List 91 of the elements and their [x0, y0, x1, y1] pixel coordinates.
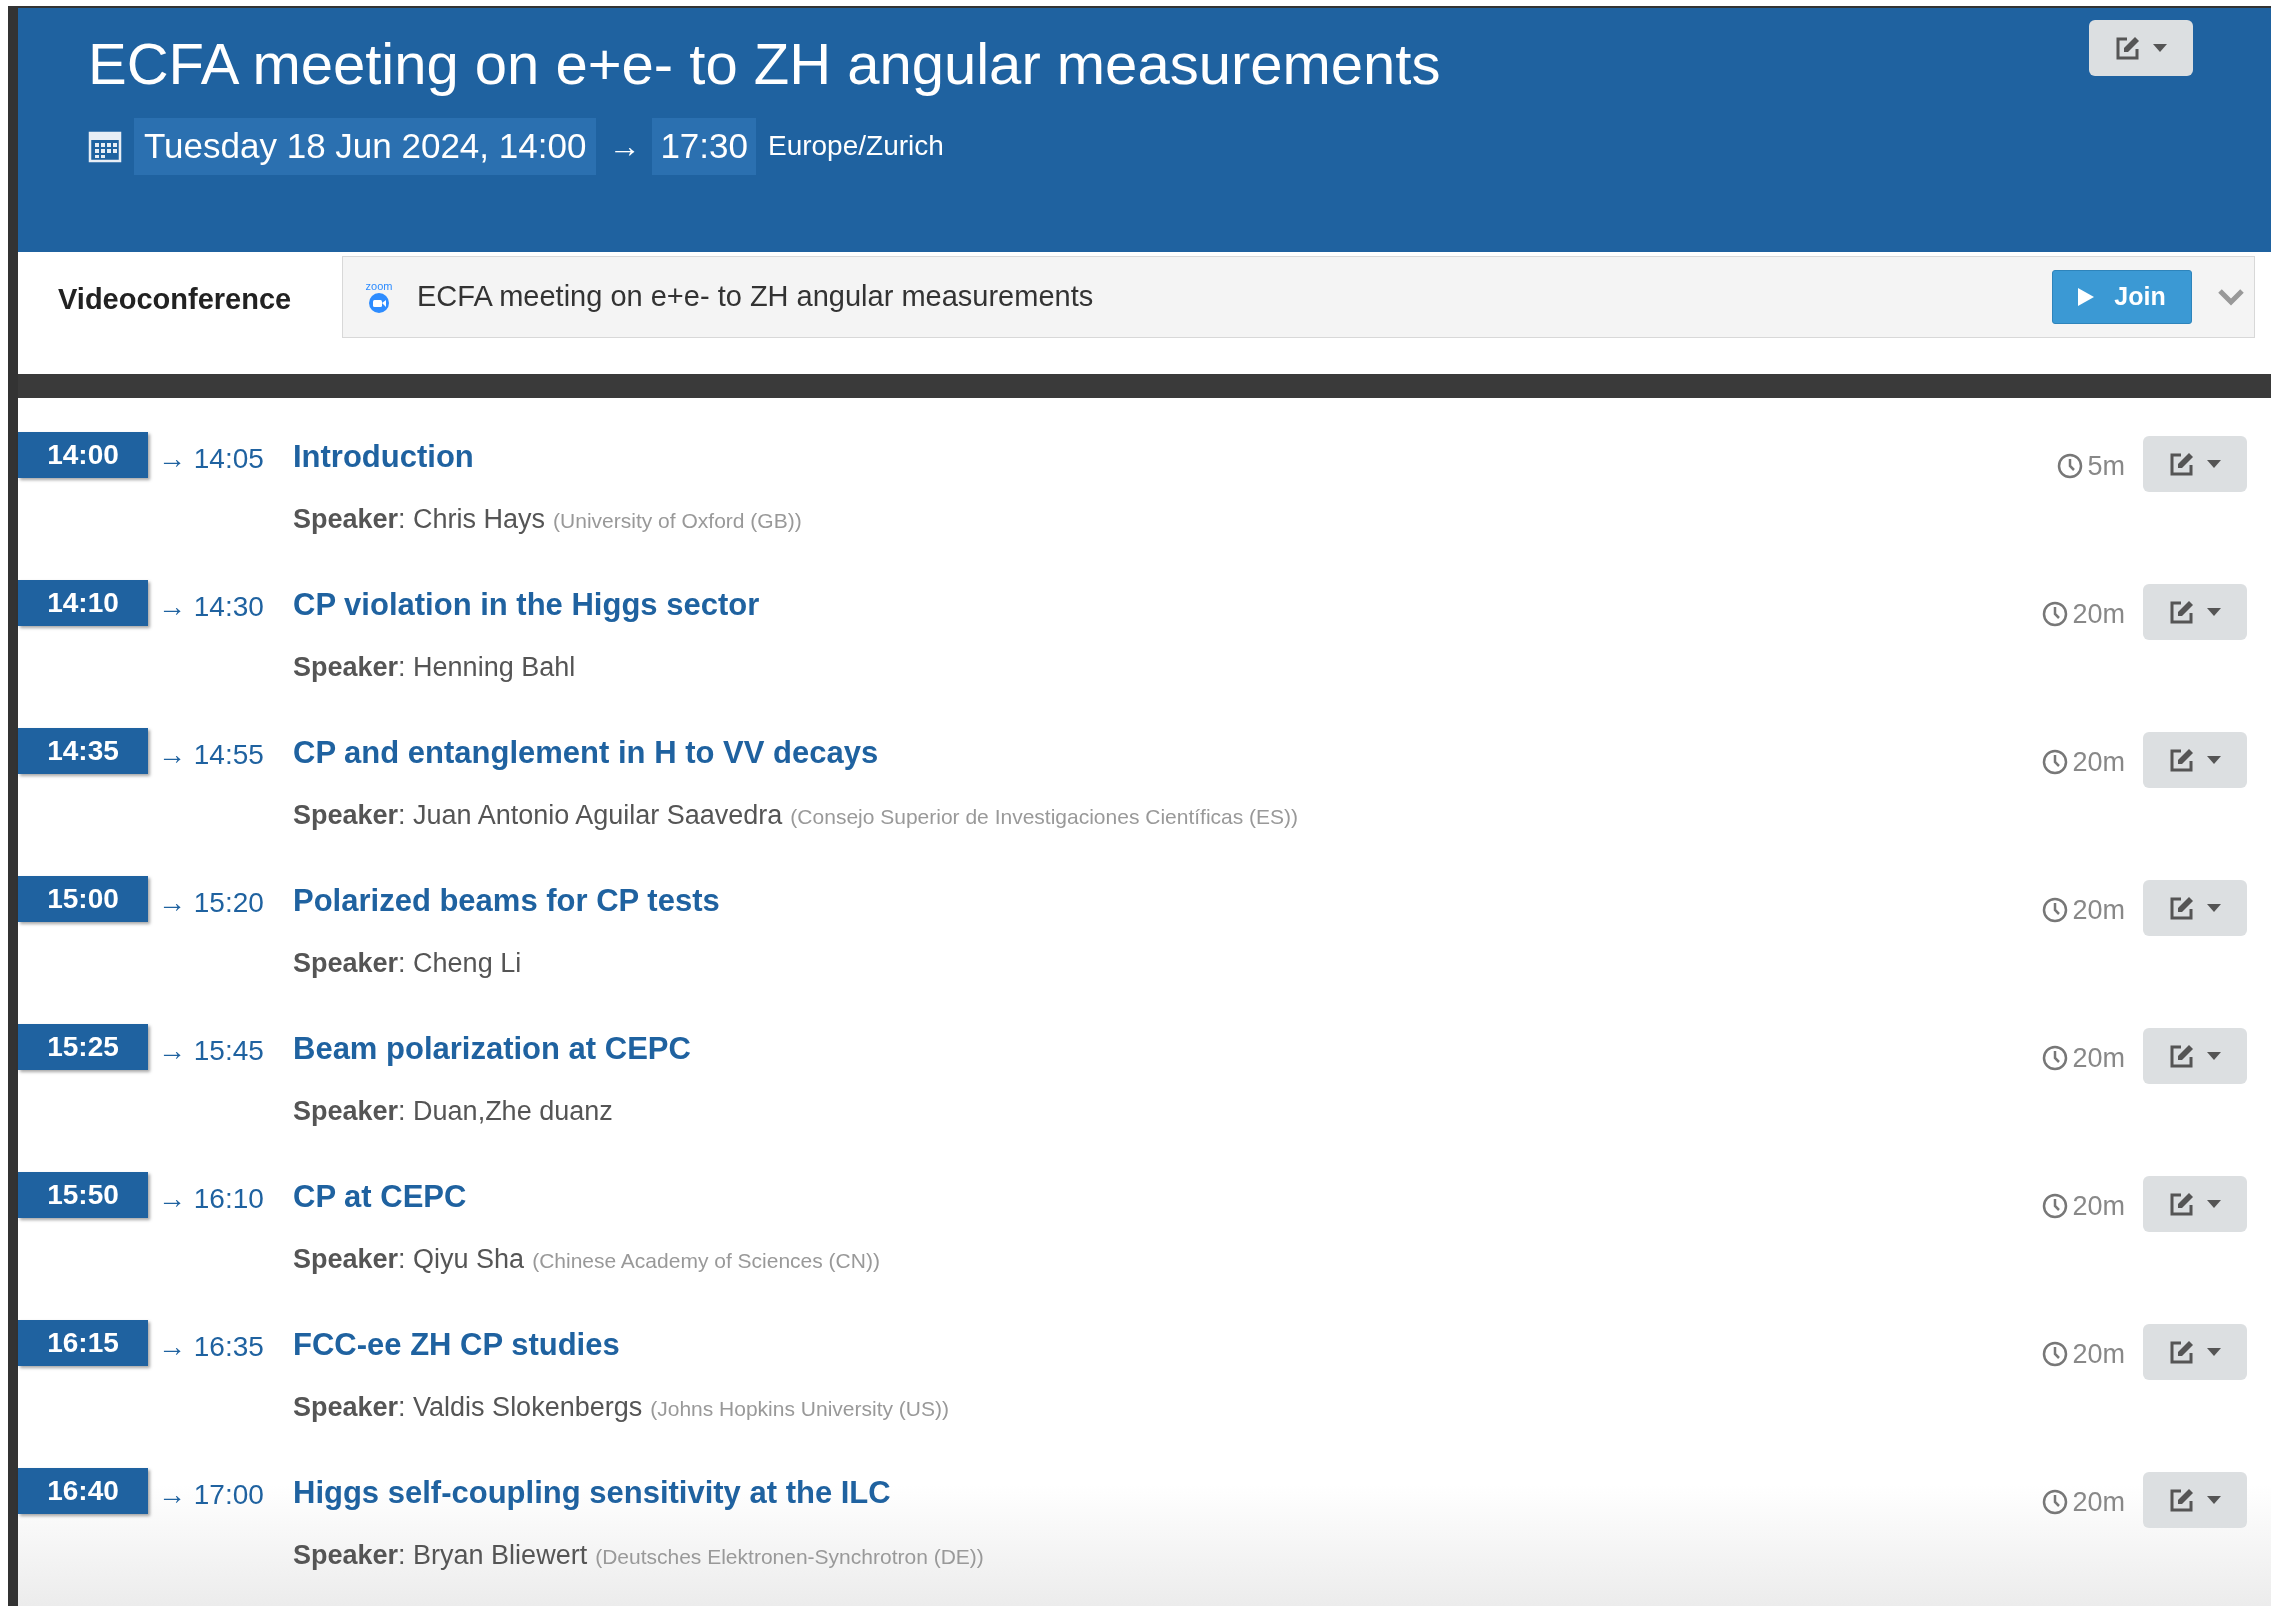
start-date: Tuesday 18 Jun 2024, 14:00 — [134, 118, 597, 175]
edit-menu-button[interactable] — [2143, 436, 2247, 492]
edit-menu-button[interactable] — [2089, 20, 2193, 76]
duration: 20m — [2072, 1486, 2125, 1519]
start-time-badge: 15:25 — [18, 1024, 148, 1070]
start-time-badge: 15:50 — [18, 1172, 148, 1218]
speaker-affiliation: (Deutsches Elektronen-Synchrotron (DE)) — [595, 1543, 984, 1570]
contribution-title[interactable]: Introduction — [293, 434, 474, 481]
speaker: Speaker: Cheng Li — [293, 946, 522, 980]
caret-icon — [2207, 1200, 2221, 1208]
edit-icon — [2169, 451, 2195, 477]
edit-icon — [2169, 747, 2195, 773]
calendar-icon — [88, 129, 122, 164]
videoconference-label: Videoconference — [57, 282, 293, 317]
end-time: → 14:55 — [158, 738, 265, 772]
room-title: ECFA meeting on e+e- to ZH angular measurements — [417, 279, 1095, 315]
edit-menu-button[interactable] — [2143, 584, 2247, 640]
contribution-title[interactable]: CP at CEPC — [293, 1174, 467, 1221]
clock-icon — [2057, 453, 2084, 480]
caret-icon — [2207, 756, 2221, 764]
speaker: Speaker: Chris Hays — [293, 502, 546, 536]
clock-icon — [2042, 601, 2069, 628]
end-time: → 16:35 — [158, 1330, 265, 1364]
play-icon — [2078, 288, 2095, 306]
caret-icon — [2207, 460, 2221, 468]
contribution-title[interactable]: Beam polarization at CEPC — [293, 1026, 691, 1073]
edit-menu-button[interactable] — [2143, 1472, 2247, 1528]
contribution-title[interactable]: Higgs self-coupling sensitivity at the ILC — [293, 1470, 891, 1517]
contribution-title[interactable]: FCC-ee ZH CP studies — [293, 1322, 620, 1369]
contribution-title[interactable]: Polarized beams for CP tests — [293, 878, 720, 925]
end-time: → 15:45 — [158, 1034, 265, 1068]
duration: 20m — [2072, 598, 2125, 631]
chevron-down-icon[interactable] — [2218, 288, 2244, 306]
start-time-badge: 16:40 — [18, 1468, 148, 1514]
clock-icon — [2042, 1341, 2069, 1368]
clock-icon — [2042, 897, 2069, 924]
speaker: Speaker: Duan,Zhe duanz — [293, 1094, 613, 1128]
clock-icon — [2042, 1045, 2069, 1072]
speaker: Speaker: Bryan Bliewert — [293, 1538, 588, 1572]
duration: 20m — [2072, 1042, 2125, 1075]
duration: 20m — [2072, 1338, 2125, 1371]
edit-menu-button[interactable] — [2143, 880, 2247, 936]
end-time: → 17:00 — [158, 1478, 265, 1512]
start-time-badge: 14:35 — [18, 728, 148, 774]
zoom-logo: zoom — [359, 280, 399, 314]
event-title: ECFA meeting on e+e- to ZH angular measurements — [88, 30, 1441, 98]
speaker: Speaker: Henning Bahl — [293, 650, 576, 684]
edit-icon — [2169, 1043, 2195, 1069]
speaker-affiliation: (University of Oxford (GB)) — [553, 507, 802, 534]
caret-icon — [2207, 904, 2221, 912]
edit-icon — [2115, 35, 2141, 61]
duration: 20m — [2072, 1190, 2125, 1223]
speaker-affiliation: (Johns Hopkins University (US)) — [650, 1395, 949, 1422]
end-time: 17:30 — [652, 118, 756, 175]
caret-icon — [2207, 1496, 2221, 1504]
edit-icon — [2169, 1191, 2195, 1217]
edit-menu-button[interactable] — [2143, 1028, 2247, 1084]
caret-icon — [2207, 608, 2221, 616]
end-time: → 14:05 — [158, 442, 265, 476]
duration: 5m — [2087, 450, 2125, 483]
arrow: → — [608, 127, 641, 167]
caret-icon — [2153, 44, 2167, 52]
start-time-badge: 14:00 — [18, 432, 148, 478]
duration: 20m — [2072, 746, 2125, 779]
clock-icon — [2042, 749, 2069, 776]
timezone: Europe/Zurich — [767, 129, 944, 164]
clock-icon — [2042, 1193, 2069, 1220]
end-time: → 16:10 — [158, 1182, 265, 1216]
edit-icon — [2169, 1487, 2195, 1513]
edit-icon — [2169, 895, 2195, 921]
speaker-affiliation: (Chinese Academy of Sciences (CN)) — [532, 1247, 880, 1274]
speaker-affiliation: (Consejo Superior de Investigaciones Científicas (ES)) — [790, 803, 1299, 830]
contribution-title[interactable]: CP violation in the Higgs sector — [293, 582, 760, 629]
start-time-badge: 14:10 — [18, 580, 148, 626]
edit-icon — [2169, 599, 2195, 625]
edit-menu-button[interactable] — [2143, 732, 2247, 788]
speaker: Speaker: Juan Antonio Aguilar Saavedra — [293, 798, 783, 832]
start-time-badge: 16:15 — [18, 1320, 148, 1366]
start-time-badge: 15:00 — [18, 876, 148, 922]
end-time: → 15:20 — [158, 886, 265, 920]
end-time: → 14:30 — [158, 590, 265, 624]
caret-icon — [2207, 1052, 2221, 1060]
clock-icon — [2042, 1489, 2069, 1516]
edit-menu-button[interactable] — [2143, 1176, 2247, 1232]
edit-menu-button[interactable] — [2143, 1324, 2247, 1380]
contribution-title[interactable]: CP and entanglement in H to VV decays — [293, 730, 879, 777]
speaker: Speaker: Qiyu Sha — [293, 1242, 525, 1276]
speaker: Speaker: Valdis Slokenbergs — [293, 1390, 643, 1424]
caret-icon — [2207, 1348, 2221, 1356]
duration: 20m — [2072, 894, 2125, 927]
edit-icon — [2169, 1339, 2195, 1365]
